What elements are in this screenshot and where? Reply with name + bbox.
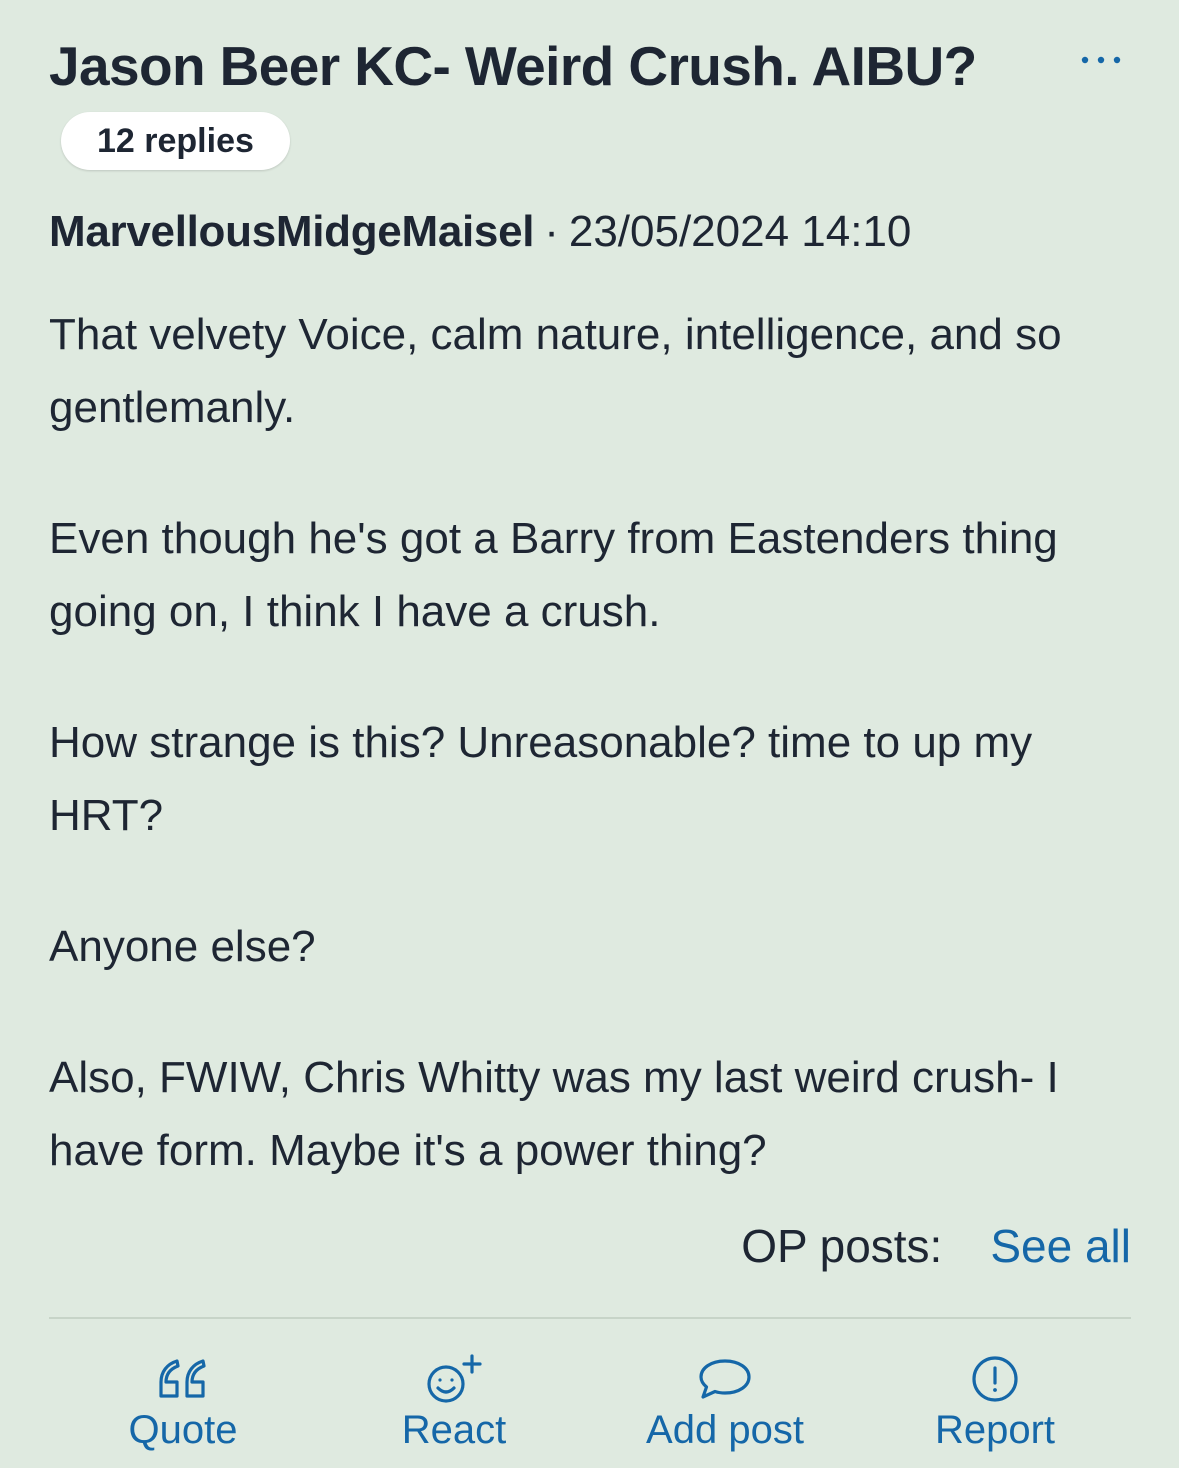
thread-page: Jason Beer KC- Weird Crush. AIBU? 12 rep… xyxy=(49,0,1131,1468)
post-paragraph: Anyone else? xyxy=(49,922,316,971)
quote-label: Quote xyxy=(128,1408,238,1452)
speech-bubble-icon xyxy=(699,1359,751,1399)
react-label: React xyxy=(401,1408,507,1452)
add-post-label: Add post xyxy=(646,1408,804,1452)
thread-title: Jason Beer KC- Weird Crush. AIBU? xyxy=(49,35,977,97)
post-paragraph: Even though he's got a Barry from Easten… xyxy=(49,514,1058,636)
post-timestamp: 23/05/2024 14:10 xyxy=(568,207,912,256)
op-posts-label: OP posts: xyxy=(741,1220,943,1272)
meta-separator: · xyxy=(544,207,559,256)
quote-icon xyxy=(159,1359,206,1398)
actions-divider xyxy=(49,1317,1131,1319)
react-button[interactable]: React xyxy=(334,1340,574,1468)
add-post-button[interactable]: Add post xyxy=(605,1340,845,1468)
thread-header: Jason Beer KC- Weird Crush. AIBU? xyxy=(49,30,1131,102)
report-label: Report xyxy=(934,1408,1056,1452)
exclamation-circle-icon xyxy=(972,1356,1018,1402)
author-name[interactable]: MarvellousMidgeMaisel xyxy=(49,207,534,256)
more-options-button[interactable] xyxy=(1073,40,1129,80)
op-posts-row: OP posts: See all xyxy=(741,1214,1131,1278)
post-body: That velvety Voice, calm nature, intelli… xyxy=(49,298,1131,1245)
see-all-link[interactable]: See all xyxy=(990,1220,1131,1272)
post-paragraph: Also, FWIW, Chris Whitty was my last wei… xyxy=(49,1053,1059,1175)
replies-count-badge[interactable]: 12 replies xyxy=(61,112,290,170)
post-meta: MarvellousMidgeMaisel · 23/05/2024 14:10 xyxy=(49,202,911,262)
post-paragraph: How strange is this? Unreasonable? time … xyxy=(49,718,1033,840)
ellipsis-icon xyxy=(1081,56,1121,64)
smiley-plus-icon xyxy=(427,1354,482,1403)
quote-button[interactable]: Quote xyxy=(63,1340,303,1468)
post-actions-bar: Quote React Add post Report xyxy=(49,1340,1131,1468)
report-button[interactable]: Report xyxy=(875,1340,1115,1468)
post-paragraph: That velvety Voice, calm nature, intelli… xyxy=(49,310,1062,432)
